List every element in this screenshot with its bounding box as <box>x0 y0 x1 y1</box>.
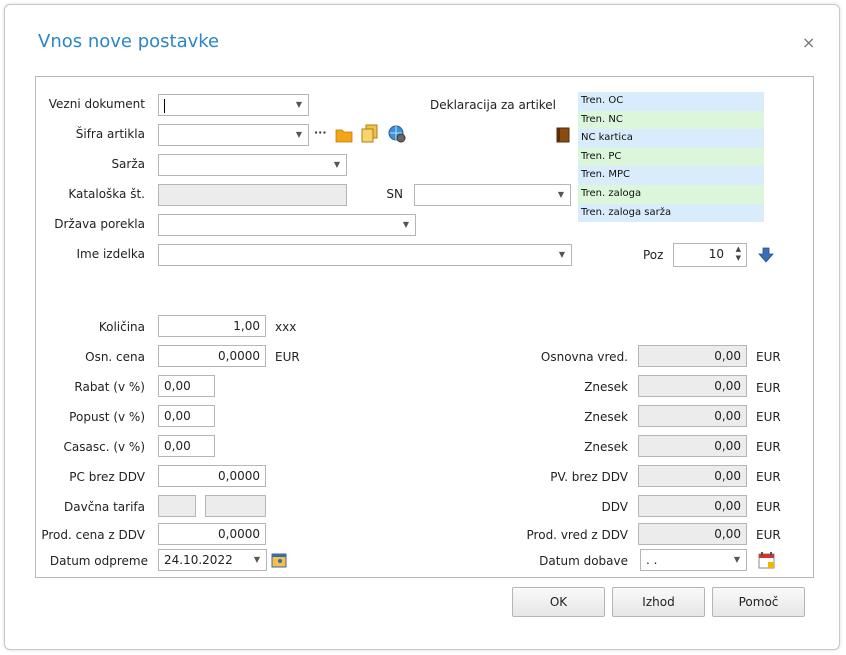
pv-brez-ddv-output: 0,00 <box>638 465 747 487</box>
label-pv-brez-ddv: PV. brez DDV <box>550 470 628 484</box>
label-sn: SN <box>386 187 403 201</box>
label-osnovna-vred: Osnovna vred. <box>540 350 628 364</box>
vezni-dokument-select[interactable]: ▼ <box>158 94 309 116</box>
kataloska-input[interactable] <box>158 184 347 206</box>
label-drzava: Država porekla <box>54 217 145 231</box>
legend-item: Tren. zaloga sarža <box>578 203 764 223</box>
text-cursor <box>164 98 165 113</box>
drzava-select[interactable]: ▼ <box>158 214 416 236</box>
sn-select[interactable]: ▼ <box>414 184 571 206</box>
znesek-rabat-output: 0,00 <box>638 375 747 397</box>
datum-odpreme-picker[interactable]: 24.10.2022 ▼ <box>158 549 267 571</box>
label-osn-cena: Osn. cena <box>85 350 145 364</box>
chevron-down-icon[interactable]: ▼ <box>559 245 565 265</box>
arrow-down-icon[interactable] <box>758 247 774 266</box>
label-poz: Poz <box>643 248 664 262</box>
label-sifra-artikla: Šifra artikla <box>75 127 145 141</box>
label-vezni-dokument: Vezni dokument <box>48 97 145 111</box>
legend-item: Tren. MPC <box>578 166 764 185</box>
currency-unit: EUR <box>756 528 781 542</box>
kolicina-input[interactable]: 1,00 <box>158 315 266 337</box>
label-popust: Popust (v %) <box>69 410 145 424</box>
folder-icon[interactable] <box>335 127 353 146</box>
chevron-down-icon[interactable]: ▼ <box>734 550 740 570</box>
prod-cena-z-ddv-input[interactable]: 0,0000 <box>158 523 266 545</box>
label-prod-vred-z-ddv: Prod. vred z DDV <box>526 528 628 542</box>
davcna-tarifa-rate[interactable] <box>205 495 266 517</box>
label-davcna-tarifa: Davčna tarifa <box>64 500 145 514</box>
label-pc-brez-ddv: PC brez DDV <box>69 470 145 484</box>
legend-item: Tren. zaloga <box>578 184 764 204</box>
znesek-popust-output: 0,00 <box>638 405 747 427</box>
label-znesek-popust: Znesek <box>584 410 628 424</box>
currency-unit: EUR <box>756 470 781 484</box>
legend-item: Tren. PC <box>578 147 764 167</box>
datum-odpreme-value: 24.10.2022 <box>164 553 233 567</box>
currency-unit: EUR <box>756 410 781 424</box>
label-kolicina: Količina <box>98 320 145 334</box>
izhod-button[interactable]: Izhod <box>612 587 705 617</box>
legend-list: Tren. OC Tren. NC NC kartica Tren. PC Tren. … <box>578 92 764 223</box>
label-deklaracija: Deklaracija za artikel <box>430 98 557 112</box>
calendar-edit-icon[interactable] <box>271 552 287 571</box>
label-casasc: Casasc. (v %) <box>63 440 146 454</box>
sifra-artikla-select[interactable]: ▼ <box>158 124 309 146</box>
calendar-icon[interactable] <box>758 551 776 572</box>
dialog-title: Vnos nove postavke <box>38 31 220 52</box>
label-rabat: Rabat (v %) <box>74 380 145 394</box>
label-kataloska: Kataloška št. <box>68 187 145 201</box>
copy-icon[interactable] <box>361 124 379 147</box>
legend-item: Tren. OC <box>578 92 764 111</box>
label-ddv: DDV <box>601 500 628 514</box>
label-ime-izdelka: Ime izdelka <box>76 247 145 261</box>
popust-input[interactable]: 0,00 <box>158 405 215 427</box>
spinner-arrows-icon[interactable]: ▲ ▼ <box>736 245 741 263</box>
currency-unit: EUR <box>756 440 781 454</box>
label-datum-odpreme: Datum odpreme <box>49 554 148 568</box>
currency-unit: EUR <box>756 381 781 395</box>
poz-value: 10 <box>708 247 724 261</box>
label-prod-cena-z-ddv: Prod. cena z DDV <box>41 528 145 542</box>
legend-item: NC kartica <box>578 129 764 148</box>
ellipsis-icon[interactable]: ··· <box>314 126 327 139</box>
book-icon[interactable] <box>556 127 570 146</box>
chevron-down-icon[interactable]: ▼ <box>334 155 340 175</box>
sarza-select[interactable]: ▼ <box>158 154 347 176</box>
currency-unit: EUR <box>756 350 781 364</box>
chevron-down-icon[interactable]: ▼ <box>558 185 564 205</box>
legend-item: Tren. NC <box>578 110 764 130</box>
label-sarza: Sarža <box>111 157 145 171</box>
label-znesek-rabat: Znesek <box>584 380 628 394</box>
poz-spinner[interactable]: 10 ▲ ▼ <box>673 243 747 267</box>
osnovna-vred-output: 0,00 <box>638 345 747 367</box>
ime-izdelka-select[interactable]: ▼ <box>158 244 572 266</box>
datum-dobave-picker[interactable]: . . ▼ <box>640 549 747 571</box>
chevron-down-icon[interactable]: ▼ <box>403 215 409 235</box>
datum-dobave-value: . . <box>646 553 658 567</box>
chevron-down-icon[interactable]: ▼ <box>254 550 260 570</box>
ddv-output: 0,00 <box>638 495 747 517</box>
kolicina-unit: xxx <box>275 320 297 334</box>
ok-button[interactable]: OK <box>512 587 605 617</box>
pc-brez-ddv-input[interactable]: 0,0000 <box>158 465 266 487</box>
currency-unit: EUR <box>756 500 781 514</box>
globe-link-icon[interactable] <box>387 124 407 147</box>
pomoc-button[interactable]: Pomoč <box>712 587 805 617</box>
prod-vred-z-ddv-output: 0,00 <box>638 523 747 545</box>
osn-cena-input[interactable]: 0,0000 <box>158 345 266 367</box>
rabat-input[interactable]: 0,00 <box>158 375 215 397</box>
chevron-down-icon[interactable]: ▼ <box>296 125 302 145</box>
davcna-tarifa-code[interactable] <box>158 495 196 517</box>
znesek-casasc-output: 0,00 <box>638 435 747 457</box>
osn-cena-unit: EUR <box>275 350 300 364</box>
label-datum-dobave: Datum dobave <box>539 554 628 568</box>
casasc-input[interactable]: 0,00 <box>158 435 215 457</box>
chevron-down-icon[interactable]: ▼ <box>296 95 302 115</box>
label-znesek-casasc: Znesek <box>584 440 628 454</box>
close-icon[interactable]: × <box>802 33 815 52</box>
